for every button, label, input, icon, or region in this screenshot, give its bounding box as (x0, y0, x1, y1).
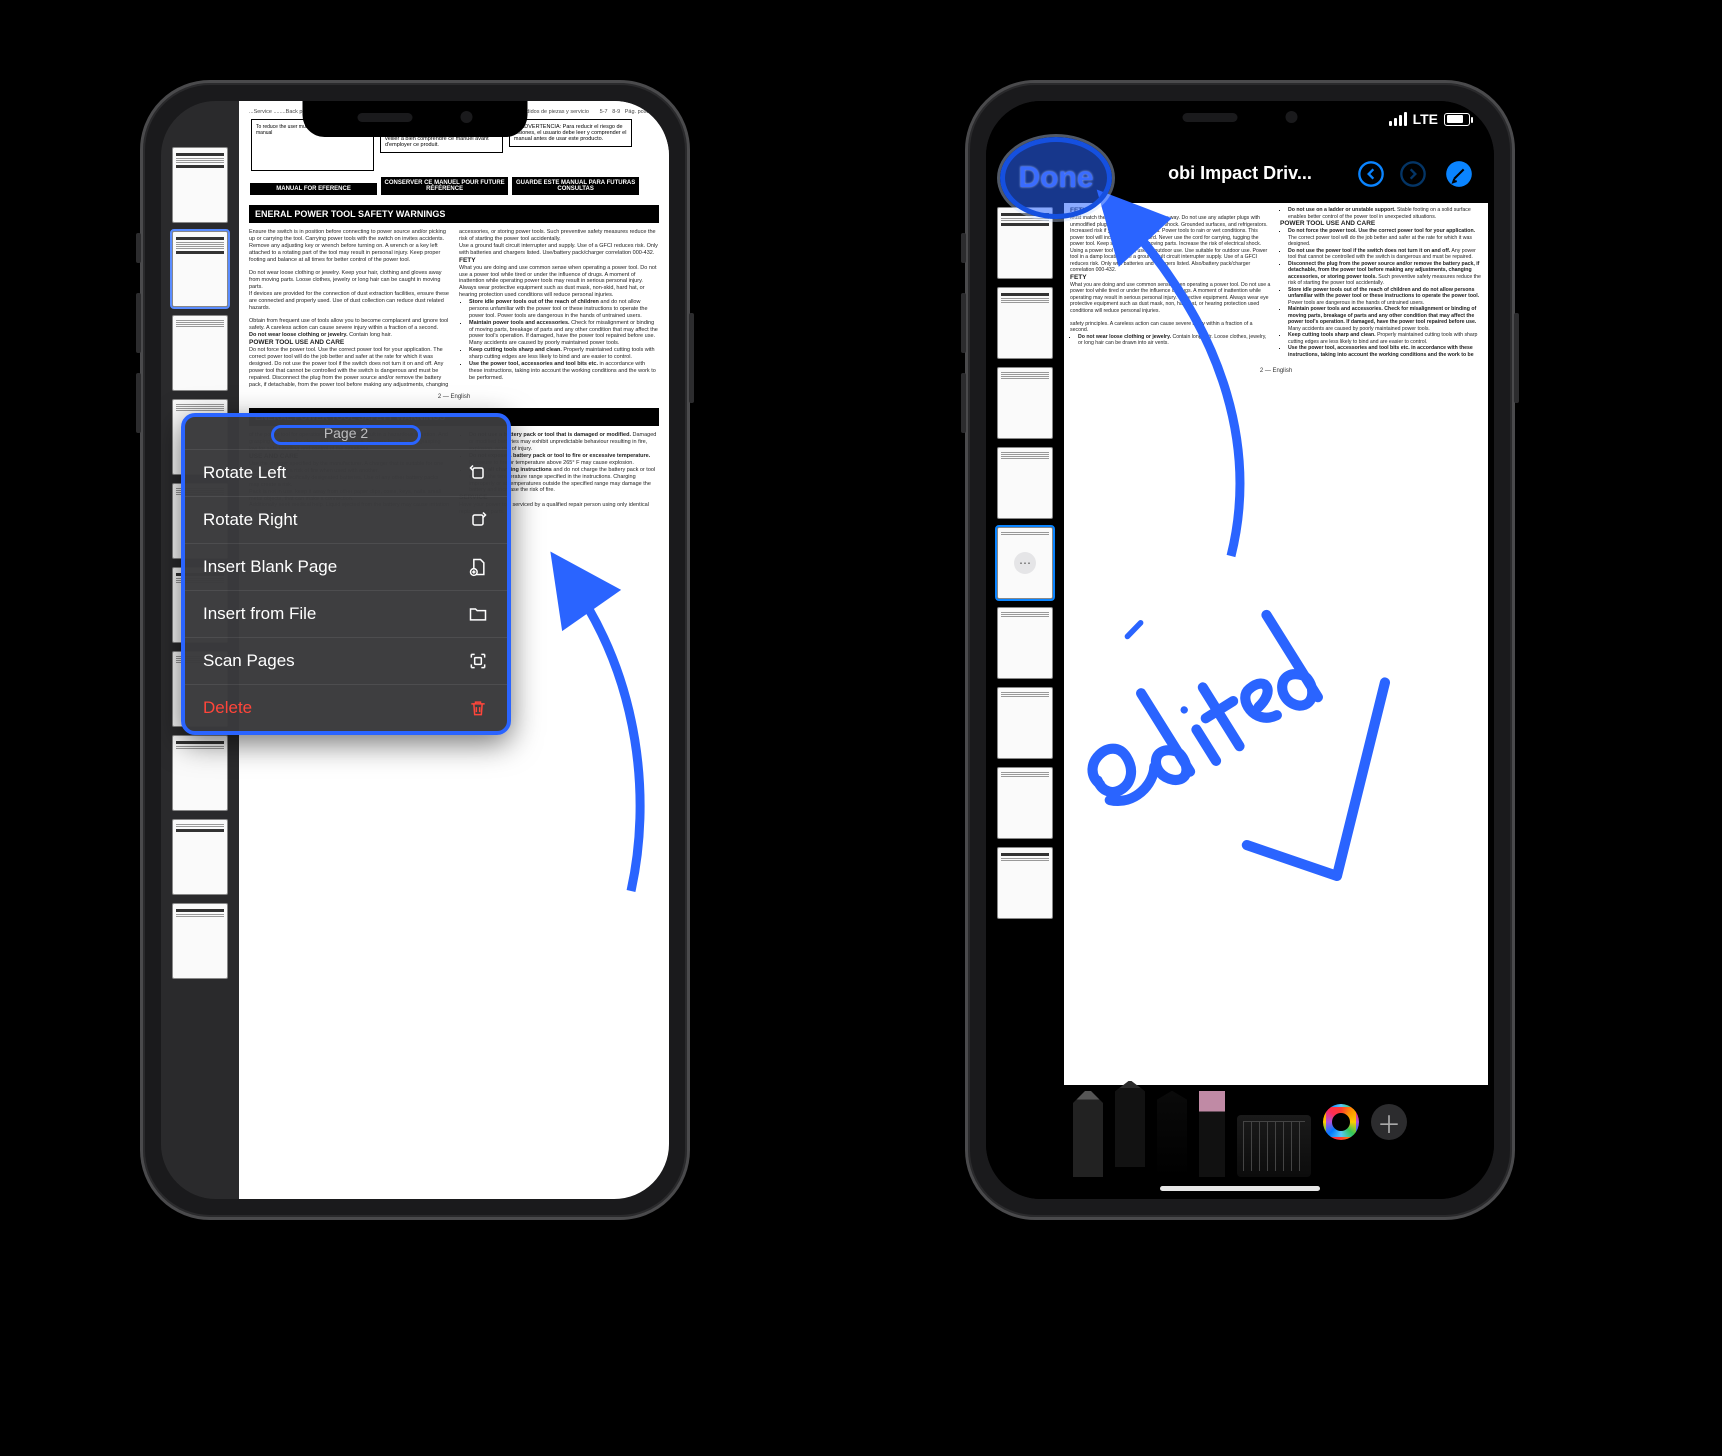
page-context-menu: Page 2 Rotate Left Rotate Right Insert B… (181, 413, 511, 735)
done-label: Done (1019, 161, 1094, 195)
menu-delete[interactable]: Delete (185, 684, 507, 731)
section-header: ENERAL POWER TOOL SAFETY WARNINGS (249, 205, 659, 223)
add-tool-button[interactable]: ＋ (1371, 1104, 1407, 1140)
rotate-left-icon (467, 462, 489, 484)
network-label: LTE (1413, 111, 1438, 127)
power-button (1514, 313, 1519, 403)
markup-toggle-button[interactable] (1444, 159, 1474, 189)
notch (303, 101, 528, 137)
pencil-tool[interactable] (1157, 1091, 1187, 1177)
page-thumbnail[interactable] (172, 315, 228, 391)
marker-tool-selected[interactable]: 61 (1115, 1081, 1145, 1167)
page-thumbnail[interactable] (997, 367, 1053, 439)
page-thumbnail-selected[interactable] (172, 231, 228, 307)
keep-manual-en: MANUAL FOR EFERENCE (250, 183, 377, 195)
folder-icon (467, 603, 489, 625)
page-thumbnail[interactable] (997, 287, 1053, 359)
page-thumbnail-selected[interactable]: ⋯ (997, 527, 1053, 599)
trash-icon (467, 697, 489, 719)
keep-manual-es: GUARDE ESTE MANUAL PARA FUTURAS CONSULTA… (512, 177, 639, 195)
redo-button[interactable] (1398, 159, 1428, 189)
page-thumbnail[interactable] (172, 147, 228, 223)
page-thumbnail[interactable] (172, 735, 228, 811)
more-icon[interactable]: ⋯ (1014, 552, 1036, 574)
page-thumbnail[interactable] (997, 447, 1053, 519)
menu-insert-blank-page[interactable]: Insert Blank Page (185, 543, 507, 590)
page-thumbnail[interactable] (997, 687, 1053, 759)
page-thumbnail-sidebar[interactable]: ⋯ (986, 203, 1064, 1089)
page-thumbnail[interactable] (997, 767, 1053, 839)
rotate-right-icon (467, 509, 489, 531)
color-picker-button[interactable] (1323, 1104, 1359, 1140)
undo-button[interactable] (1356, 159, 1386, 189)
status-bar: LTE (1389, 111, 1470, 127)
phone-mockup-left: ...Service ........Back page ■ Commande … (140, 80, 690, 1220)
handwritten-annotation (1094, 423, 1482, 1085)
ruler-tool[interactable] (1237, 1115, 1311, 1177)
page-thumbnail[interactable] (172, 819, 228, 895)
power-button (689, 313, 694, 403)
markup-tool-palette: 61 ＋ (986, 1089, 1494, 1199)
phone-mockup-right: LTE Done obi Impact Driv... (965, 80, 1515, 1220)
page-thumbnail[interactable] (172, 903, 228, 979)
menu-rotate-right[interactable]: Rotate Right (185, 496, 507, 543)
volume-up-button (136, 293, 141, 353)
mute-switch (961, 233, 966, 263)
page-footer: 2 — English (249, 394, 659, 400)
eraser-tool[interactable] (1199, 1091, 1225, 1177)
notch (1128, 101, 1353, 137)
context-menu-title: Page 2 (185, 417, 507, 449)
keep-manual-fr: CONSERVER CE MANUEL POUR FUTURE RÉFÉRENC… (381, 177, 508, 195)
warning-box-es: ▲ ADVERTENCIA: Para reducir el riesgo de… (509, 119, 632, 147)
page-thumbnail[interactable] (997, 847, 1053, 919)
document-body: Ensure the switch is in position before … (249, 229, 659, 388)
tool-size-label: 61 (1125, 1171, 1135, 1181)
document-viewport[interactable]: FETY Must match the outlet. Never modify… (1064, 203, 1488, 1085)
volume-down-button (961, 373, 966, 433)
home-indicator[interactable] (1160, 1186, 1320, 1191)
volume-down-button (136, 373, 141, 433)
document-body: FETY Must match the outlet. Never modify… (1064, 203, 1488, 362)
menu-scan-pages[interactable]: Scan Pages (185, 637, 507, 684)
volume-up-button (961, 293, 966, 353)
add-page-icon (467, 556, 489, 578)
home-indicator[interactable] (335, 1186, 495, 1191)
menu-insert-from-file[interactable]: Insert from File (185, 590, 507, 637)
scan-icon (467, 650, 489, 672)
signal-bars-icon (1389, 112, 1407, 126)
battery-icon (1444, 113, 1470, 126)
page-footer: 2 — English (1064, 368, 1488, 374)
done-button-highlight[interactable]: Done (1000, 137, 1112, 219)
pen-tool[interactable] (1073, 1091, 1103, 1177)
menu-rotate-left[interactable]: Rotate Left (185, 449, 507, 496)
mute-switch (136, 233, 141, 263)
page-thumbnail[interactable] (997, 607, 1053, 679)
